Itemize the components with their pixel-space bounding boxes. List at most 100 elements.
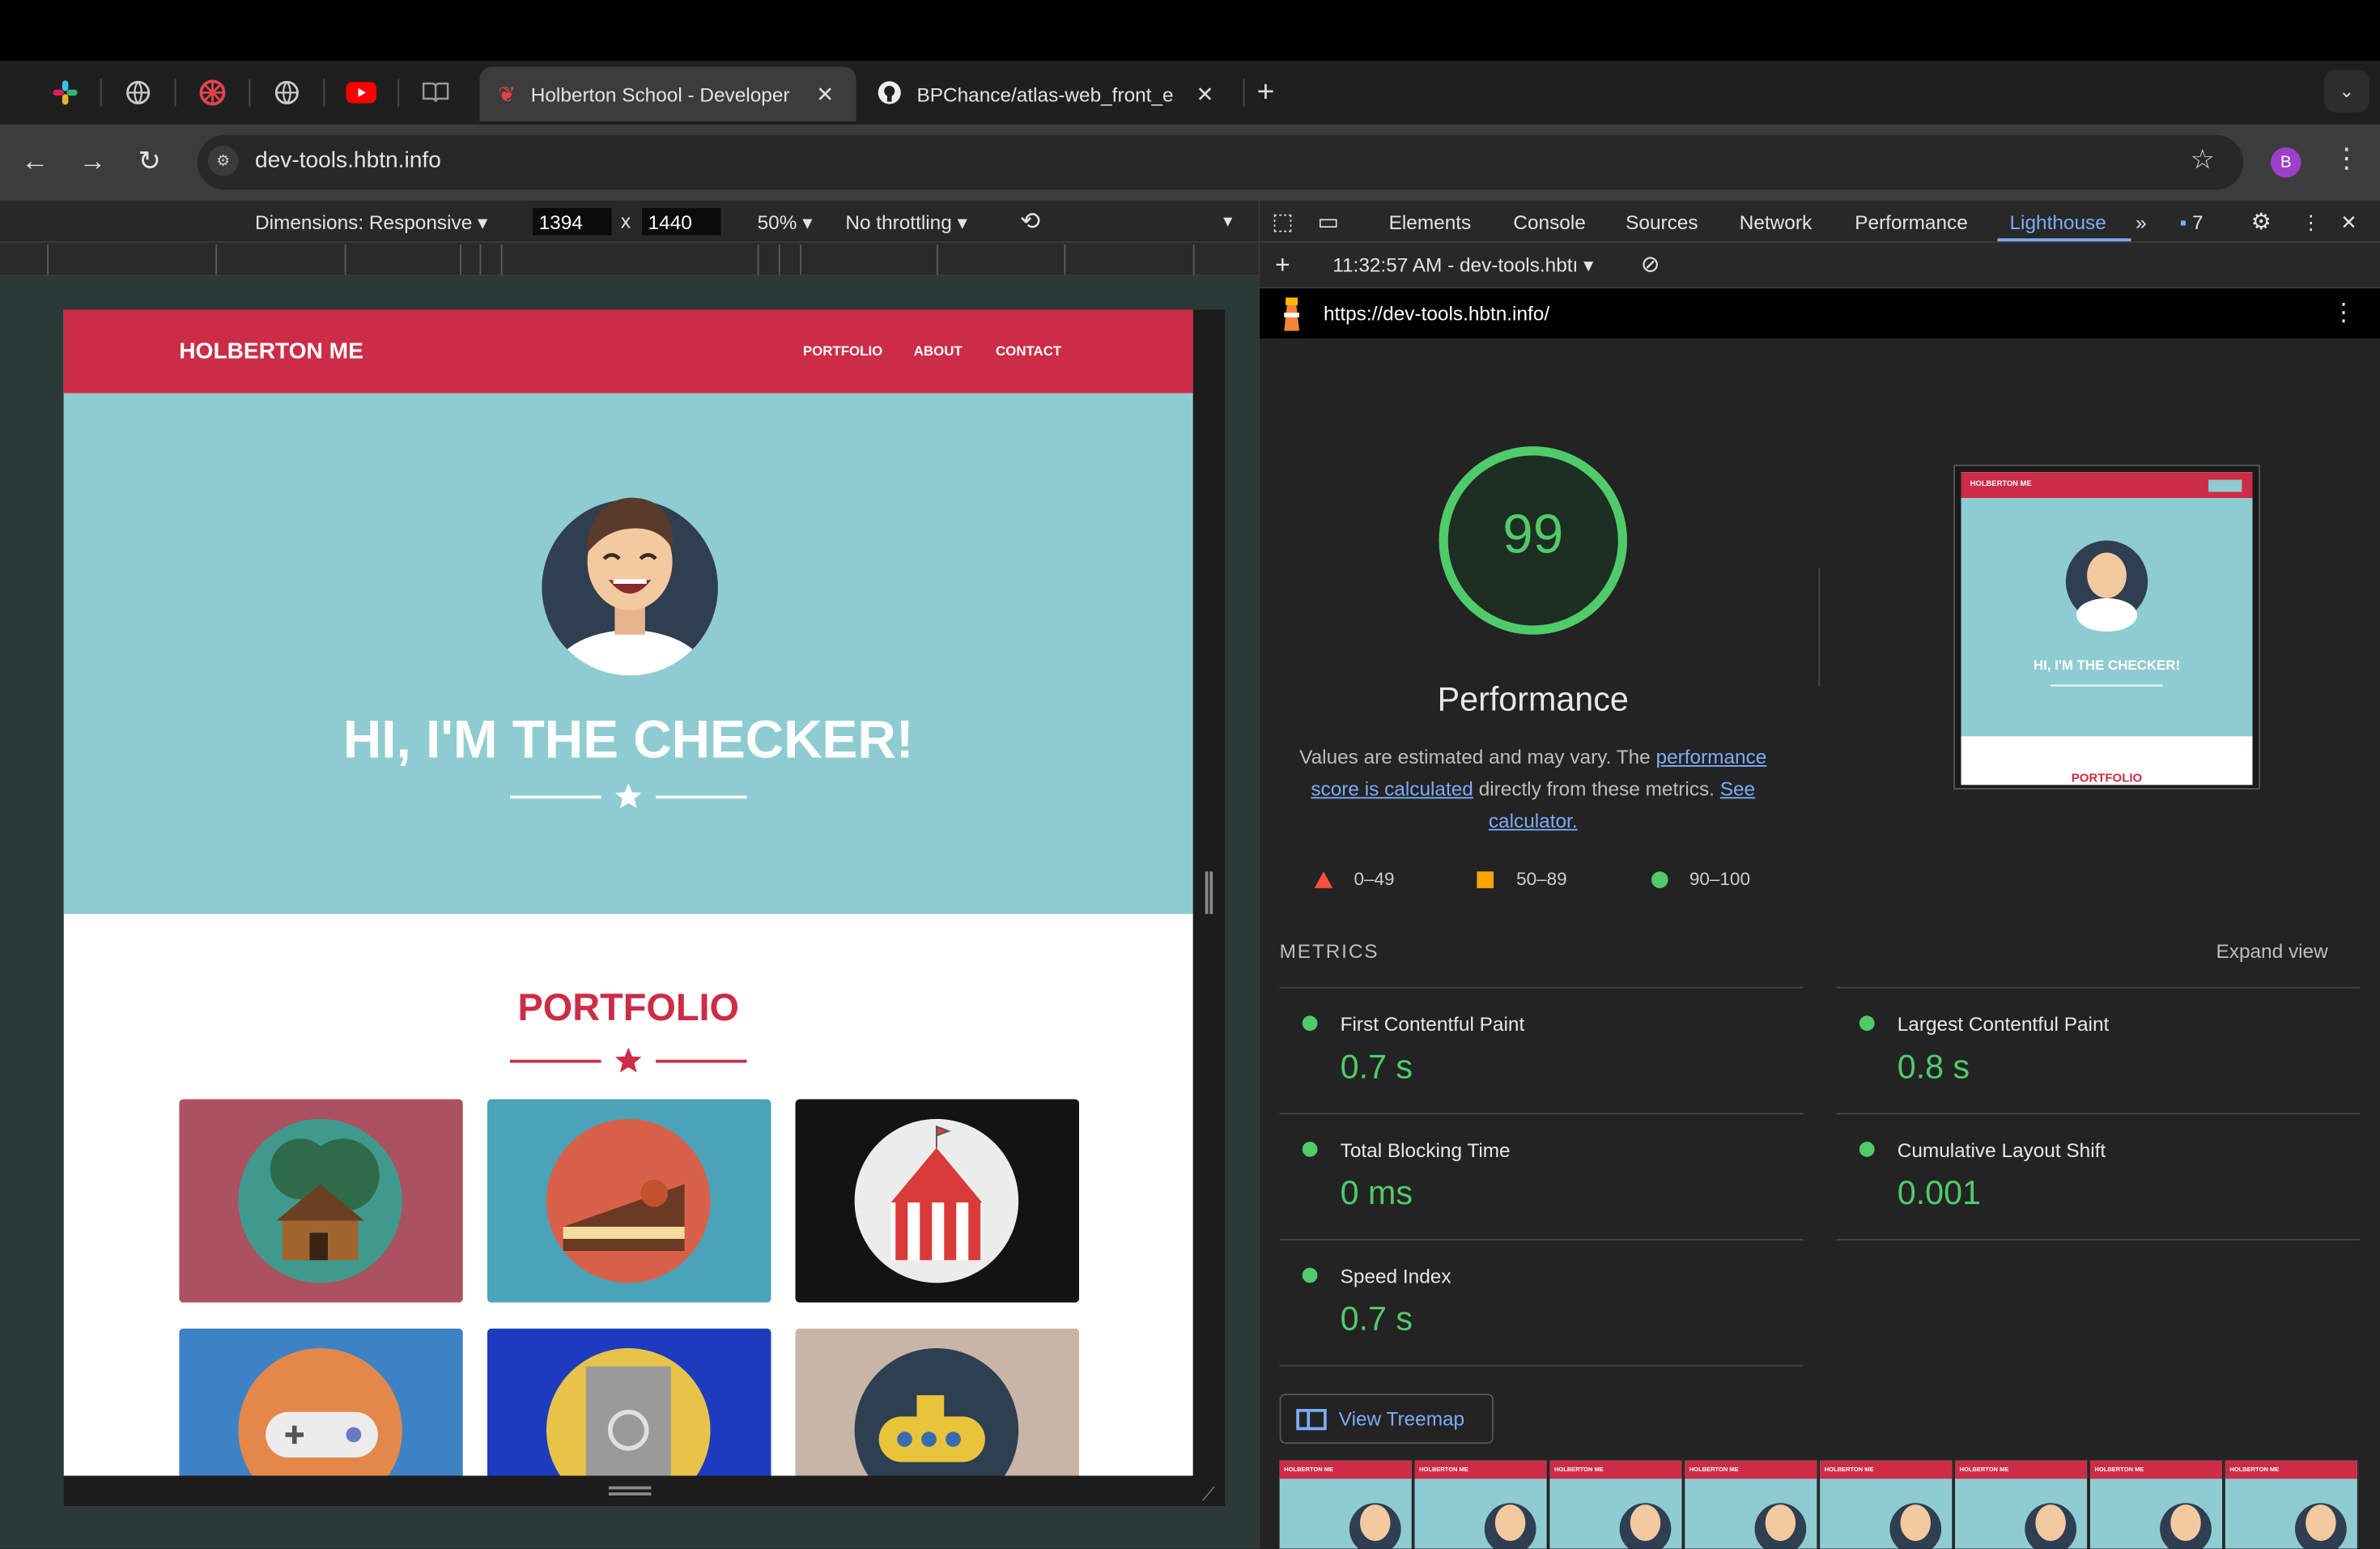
slack-icon[interactable] xyxy=(44,76,87,109)
more-menu-icon[interactable]: ⋮ xyxy=(2333,143,2361,174)
tab-divider xyxy=(100,79,102,107)
throttle-select[interactable]: No throttling ▾ xyxy=(845,211,967,236)
portfolio-card-safe[interactable] xyxy=(487,1328,771,1476)
filmstrip-frame: HOLBERTON ME xyxy=(1685,1460,1819,1549)
portfolio-card-cabin[interactable] xyxy=(179,1099,463,1303)
metric-cls-label: Cumulative Layout Shift xyxy=(1897,1138,2106,1162)
nav-link-contact[interactable]: CONTACT xyxy=(996,343,1061,359)
more-tabs-icon[interactable]: » xyxy=(2136,211,2147,234)
screenshot-avatar xyxy=(2065,540,2148,632)
average-square-icon xyxy=(1477,871,1494,888)
clear-reports-icon[interactable]: ⊘ xyxy=(1641,250,1660,278)
height-input[interactable]: 1440 xyxy=(642,207,721,236)
tab-divider xyxy=(1243,79,1245,107)
tab-console[interactable]: Console xyxy=(1513,211,1585,234)
nav-link-portfolio[interactable]: PORTFOLIO xyxy=(803,343,882,359)
resize-handle-bottom[interactable]: ⟋ xyxy=(63,1475,1226,1506)
tab-sources[interactable]: Sources xyxy=(1626,211,1698,234)
address-bar[interactable] xyxy=(197,134,2244,190)
report-select[interactable]: 11:32:57 AM - dev-tools.hbtı ▾ xyxy=(1332,253,1593,278)
active-tab-indicator xyxy=(1997,238,2131,242)
github-icon xyxy=(878,79,902,109)
hero-title: HI, I'M THE CHECKER! xyxy=(342,710,914,770)
legend-pass: 90–100 xyxy=(1689,868,1750,890)
tab-network[interactable]: Network xyxy=(1740,211,1812,234)
report-menu-icon[interactable]: ⋮ xyxy=(2331,298,2356,329)
tab-title: BPChance/atlas-web_front_e xyxy=(916,83,1174,106)
bookmark-star-icon[interactable]: ☆ xyxy=(2191,144,2215,176)
youtube-icon[interactable] xyxy=(340,76,383,109)
ruler-tick xyxy=(757,244,759,275)
media-query-ruler[interactable] xyxy=(0,243,1259,277)
site-brand[interactable]: HOLBERTON ME xyxy=(179,338,363,364)
ruler-tick xyxy=(460,244,461,275)
metric-lcp-value: 0.8 s xyxy=(1897,1047,1970,1086)
tab-github[interactable]: BPChance/atlas-web_front_e ✕ xyxy=(859,67,1242,122)
device-options-icon[interactable]: ▼ xyxy=(1221,214,1236,231)
final-screenshot[interactable]: HOLBERTON ME HI, I'M THE CHECKER! PORTFO… xyxy=(1953,464,2260,789)
metric-divider xyxy=(1279,986,1804,989)
settings-gear-icon[interactable]: ⚙ xyxy=(2251,208,2272,236)
back-arrow-icon[interactable]: ← xyxy=(21,146,49,177)
treemap-icon xyxy=(1296,1408,1327,1430)
filmstrip-frame: HOLBERTON ME xyxy=(1549,1460,1684,1549)
site-settings-icon[interactable]: ⚙ xyxy=(207,146,239,177)
corner-resize-icon[interactable]: ⟋ xyxy=(1202,1483,1215,1506)
devtools-menu-icon[interactable]: ⋮ xyxy=(2301,211,2321,236)
new-tab-plus-icon[interactable]: + xyxy=(1257,76,1275,111)
tab-divider xyxy=(249,79,251,107)
width-input[interactable]: 1394 xyxy=(533,207,612,236)
legend-average: 50–89 xyxy=(1516,868,1567,890)
tab-lighthouse[interactable]: Lighthouse xyxy=(2010,211,2106,234)
ruler-tick xyxy=(479,244,482,275)
legend-fail: 0–49 xyxy=(1354,868,1395,890)
zoom-select[interactable]: 50% ▾ xyxy=(758,211,813,236)
ruler-tick xyxy=(1064,244,1066,275)
atlas-icon[interactable] xyxy=(191,76,234,109)
device-toggle-icon[interactable]: ▭ xyxy=(1318,208,1340,236)
globe-icon[interactable] xyxy=(266,76,308,109)
dimensions-select[interactable]: Dimensions: Responsive ▾ xyxy=(255,211,487,236)
close-icon[interactable]: ✕ xyxy=(816,81,834,107)
tab-performance[interactable]: Performance xyxy=(1855,211,1968,234)
portfolio-card-submarine[interactable] xyxy=(795,1328,1080,1476)
globe-icon[interactable] xyxy=(117,76,159,109)
metric-divider xyxy=(1836,1113,2361,1115)
address-url[interactable]: dev-tools.hbtn.info xyxy=(255,147,441,173)
metrics-heading: METRICS xyxy=(1279,939,1379,963)
lighthouse-icon xyxy=(1284,297,1299,331)
ruler-tick xyxy=(778,244,780,275)
book-icon[interactable] xyxy=(414,76,457,109)
issues-badge[interactable]: ▪ 7 xyxy=(2180,211,2204,234)
forward-arrow-icon[interactable]: → xyxy=(79,146,107,177)
close-devtools-icon[interactable]: ✕ xyxy=(2340,211,2357,236)
profile-avatar[interactable]: B xyxy=(2271,147,2301,178)
portfolio-card-cake[interactable] xyxy=(487,1099,771,1303)
rotate-icon[interactable]: ⟲ xyxy=(1020,206,1040,237)
close-icon[interactable]: ✕ xyxy=(1196,81,1214,107)
tab-title: Holberton School - Developer xyxy=(530,83,790,106)
portfolio-card-circus[interactable] xyxy=(795,1099,1080,1303)
report-url[interactable]: https://dev-tools.hbtn.info/ xyxy=(1324,302,1549,325)
metric-tbt-label: Total Blocking Time xyxy=(1340,1138,1511,1162)
metric-divider xyxy=(1279,1364,1804,1367)
screenshot-divider xyxy=(2051,684,2163,687)
view-treemap-button[interactable]: View Treemap xyxy=(1279,1394,1494,1445)
filmstrip-frame: HOLBERTON ME xyxy=(1279,1460,1413,1549)
times-sign: x xyxy=(620,209,631,232)
resize-handle-right[interactable] xyxy=(1192,309,1226,1476)
new-report-plus-icon[interactable]: + xyxy=(1275,250,1290,281)
tab-divider xyxy=(397,79,400,107)
pass-dot-icon xyxy=(1302,1015,1318,1032)
tab-holberton[interactable]: ❦ Holberton School - Developer ✕ xyxy=(479,66,856,121)
pass-dot-icon xyxy=(1302,1142,1318,1157)
nav-link-about[interactable]: ABOUT xyxy=(914,343,963,359)
expand-view-toggle[interactable]: Expand view xyxy=(2216,940,2328,963)
tab-elements[interactable]: Elements xyxy=(1389,211,1472,234)
reload-icon[interactable]: ↻ xyxy=(138,146,161,177)
ruler-tick xyxy=(1192,244,1195,275)
inspect-element-icon[interactable]: ⬚ xyxy=(1272,208,1294,236)
tab-divider xyxy=(323,79,325,107)
tab-search-chevron-icon[interactable]: ⌄ xyxy=(2323,70,2369,113)
portfolio-card-controller[interactable] xyxy=(179,1328,463,1476)
